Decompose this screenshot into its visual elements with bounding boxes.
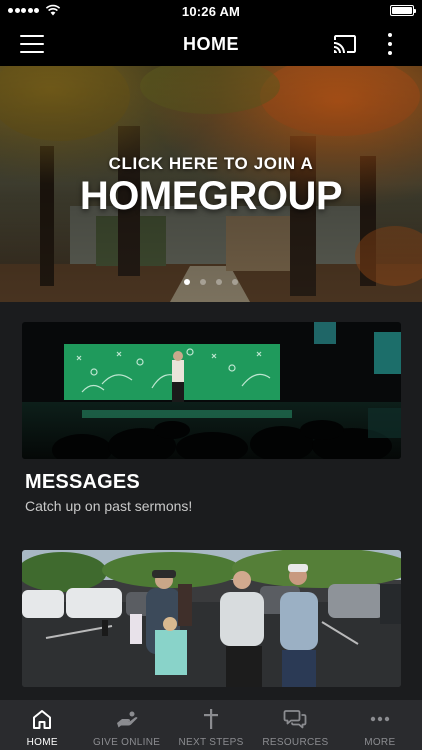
- more-horizontal-icon: [370, 716, 390, 722]
- tab-more-label: MORE: [364, 737, 396, 748]
- tab-resources-label: RESOURCES: [262, 737, 329, 748]
- messages-image: [22, 322, 401, 459]
- more-vertical-icon[interactable]: [380, 31, 400, 57]
- tab-next-steps-label: NEXT STEPS: [178, 737, 244, 748]
- give-hand-icon: [116, 711, 138, 728]
- cross-icon: [204, 709, 219, 729]
- messages-card[interactable]: MESSAGES Catch up on past sermons!: [22, 322, 401, 514]
- cast-icon[interactable]: [333, 32, 357, 56]
- carousel-dot-4[interactable]: [232, 279, 238, 285]
- messages-card-title: MESSAGES: [25, 471, 140, 493]
- tab-next-steps[interactable]: NEXT STEPS: [169, 700, 253, 750]
- tab-home[interactable]: HOME: [0, 700, 84, 750]
- page-title: HOME: [183, 34, 239, 54]
- tab-give-online[interactable]: GIVE ONLINE: [84, 700, 168, 750]
- feature-card[interactable]: [22, 550, 401, 699]
- app-header: HOME: [0, 22, 422, 66]
- feature-card-image: [22, 550, 401, 687]
- status-bar: 10:26 AM: [0, 0, 422, 22]
- messages-card-subtitle: Catch up on past sermons!: [25, 498, 193, 514]
- tab-give-online-label: GIVE ONLINE: [93, 737, 161, 748]
- tab-resources[interactable]: RESOURCES: [253, 700, 337, 750]
- tab-home-label: HOME: [26, 737, 58, 748]
- hero-kicker-text: CLICK HERE TO JOIN A: [108, 154, 314, 173]
- carousel-dot-1[interactable]: [184, 279, 190, 285]
- tab-more[interactable]: MORE: [338, 700, 422, 750]
- battery-icon: [390, 5, 416, 16]
- carousel-dot-3[interactable]: [216, 279, 222, 285]
- home-icon: [33, 710, 52, 729]
- bottom-tab-bar: HOME GIVE ONLINE NEXT STEPS RESOURCES MO…: [0, 700, 422, 750]
- hero-banner[interactable]: CLICK HERE TO JOIN A HOMEGROUP: [0, 66, 422, 302]
- carousel-dot-2[interactable]: [200, 279, 206, 285]
- hamburger-menu-icon[interactable]: [20, 35, 44, 53]
- status-time: 10:26 AM: [181, 4, 241, 19]
- carousel-pagination: [0, 279, 422, 285]
- hero-title: HOMEGROUP: [79, 174, 343, 218]
- chat-bubbles-icon: [284, 710, 307, 729]
